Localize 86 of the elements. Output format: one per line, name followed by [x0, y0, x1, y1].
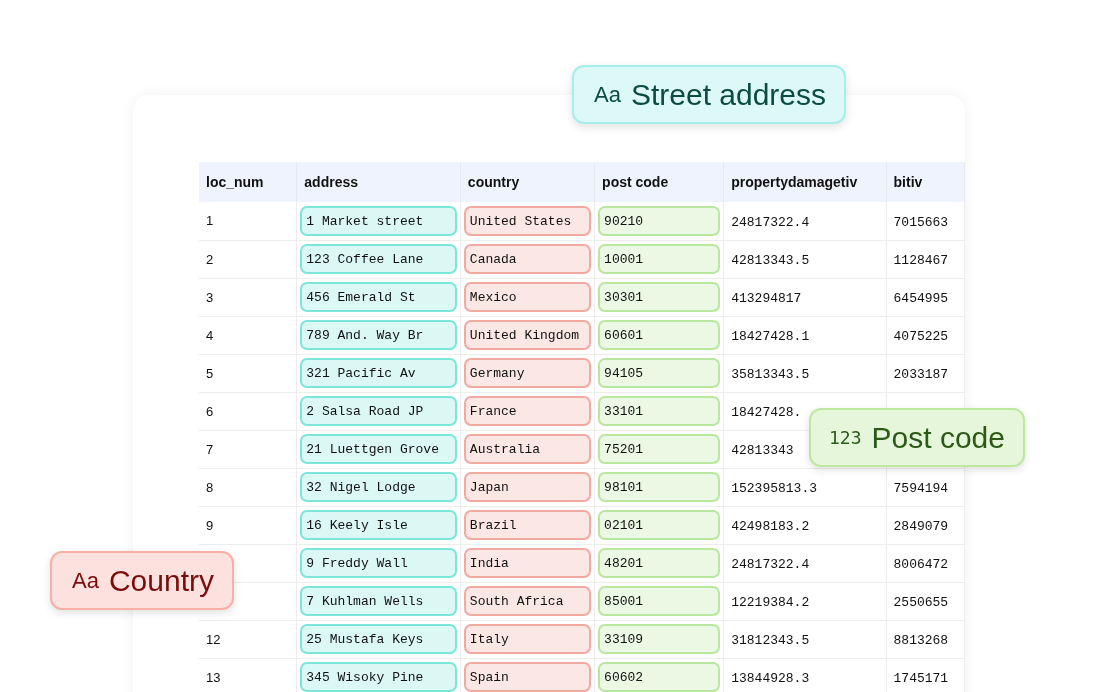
- table-cell: 1745171: [893, 671, 949, 686]
- tagged-cell: Mexico: [463, 282, 592, 312]
- table-cell: 6454995: [893, 291, 949, 306]
- table-cell: 4: [206, 327, 214, 343]
- tagged-cell: 123 Coffee Lane: [300, 244, 457, 274]
- table-cell: 8813268: [893, 633, 949, 648]
- table-cell: 6: [206, 403, 214, 419]
- table-cell: 2: [206, 251, 214, 267]
- table-cell: 8: [206, 479, 214, 495]
- tagged-cell: 21 Luettgen Grove: [300, 434, 457, 464]
- tagged-cell: Canada: [463, 244, 592, 274]
- table-cell: 7594194: [893, 481, 949, 496]
- table-cell: 2033187: [893, 367, 949, 382]
- type-icon: 123: [829, 427, 862, 448]
- column-header[interactable]: bitiv: [886, 162, 965, 202]
- table-cell: 42498183.2: [731, 519, 810, 534]
- tagged-cell: 456 Emerald St: [300, 282, 457, 312]
- table-cell: 13844928.3: [731, 671, 810, 686]
- tagged-cell: Spain: [463, 662, 592, 692]
- tagged-cell: 321 Pacific Av: [300, 358, 457, 388]
- column-header[interactable]: propertydamagetiv: [723, 162, 887, 202]
- table-cell: 13: [206, 669, 221, 685]
- column-header[interactable]: post code: [594, 162, 724, 202]
- tagged-cell: Germany: [463, 358, 592, 388]
- tagged-cell: Australia: [463, 434, 592, 464]
- type-icon: Aa: [72, 567, 99, 594]
- tagged-cell: 7 Kuhlman Wells: [300, 586, 457, 616]
- tagged-cell: 2 Salsa Road JP: [300, 396, 457, 426]
- tagged-cell: United Kingdom: [463, 320, 592, 350]
- tagged-cell: 16 Keely Isle: [300, 510, 457, 540]
- tagged-cell: 02101: [598, 510, 721, 540]
- tagged-cell: 789 And. Way Br: [300, 320, 457, 350]
- tagged-cell: 98101: [598, 472, 721, 502]
- tagged-cell: 1 Market street: [300, 205, 457, 236]
- badge-label: Street address: [630, 77, 827, 112]
- table-cell: 5: [206, 365, 214, 381]
- table-cell: 31812343.5: [731, 633, 810, 648]
- table-cell: 35813343.5: [731, 367, 810, 382]
- tagged-cell: Italy: [463, 624, 592, 654]
- column-header[interactable]: country: [460, 162, 595, 202]
- table-cell: 42813343.5: [731, 253, 810, 268]
- table-cell: 2550655: [893, 595, 949, 610]
- tagged-cell: 60602: [598, 662, 721, 692]
- type-icon: Aa: [594, 81, 621, 108]
- tagged-cell: United States: [463, 205, 592, 236]
- tagged-cell: India: [463, 548, 592, 578]
- tagged-cell: 75201: [598, 434, 721, 464]
- table-cell: 152395813.3: [731, 481, 817, 496]
- table-cell: 24817322.4: [731, 214, 810, 230]
- tagged-cell: 90210: [598, 205, 721, 236]
- table-cell: 7: [206, 441, 214, 457]
- table-cell: 12: [206, 631, 221, 647]
- table-cell: 42813343: [731, 443, 794, 458]
- table-cell: 1128467: [893, 253, 949, 268]
- table-cell: 8006472: [893, 557, 949, 572]
- tagged-cell: 85001: [598, 586, 721, 616]
- table-cell: 1: [206, 213, 214, 229]
- tagged-cell: 9 Freddy Wall: [300, 548, 457, 578]
- tagged-cell: 33101: [598, 396, 721, 426]
- table-cell: 18427428.: [731, 405, 802, 420]
- table-cell: 413294817: [731, 291, 802, 306]
- table-cell: 4075225: [893, 329, 949, 344]
- table-cell: 7015663: [893, 214, 949, 230]
- tagged-cell: Brazil: [463, 510, 592, 540]
- column-header[interactable]: loc_num: [199, 162, 297, 202]
- tagged-cell: 10001: [598, 244, 721, 274]
- tagged-cell: France: [463, 396, 592, 426]
- table-cell: 12219384.2: [731, 595, 810, 610]
- tagged-cell: 25 Mustafa Keys: [300, 624, 457, 654]
- badge-label: Post code: [871, 420, 1005, 455]
- tagged-cell: 33109: [598, 624, 721, 654]
- badge-label: Country: [108, 563, 214, 598]
- tagged-cell: 94105: [598, 358, 721, 388]
- table-cell: 18427428.1: [731, 329, 810, 344]
- table-cell: 2849079: [893, 519, 949, 534]
- table-cell: 3: [206, 289, 214, 305]
- tagged-cell: Japan: [463, 472, 592, 502]
- tagged-cell: South Africa: [463, 586, 592, 616]
- column-header[interactable]: address: [296, 162, 461, 202]
- tagged-cell: 60601: [598, 320, 721, 350]
- tagged-cell: 32 Nigel Lodge: [300, 472, 457, 502]
- table-cell: 9: [206, 517, 214, 533]
- tagged-cell: 48201: [598, 548, 721, 578]
- table-cell: 24817322.4: [731, 557, 810, 572]
- tagged-cell: 345 Wisoky Pine: [300, 662, 457, 692]
- tagged-cell: 30301: [598, 282, 721, 312]
